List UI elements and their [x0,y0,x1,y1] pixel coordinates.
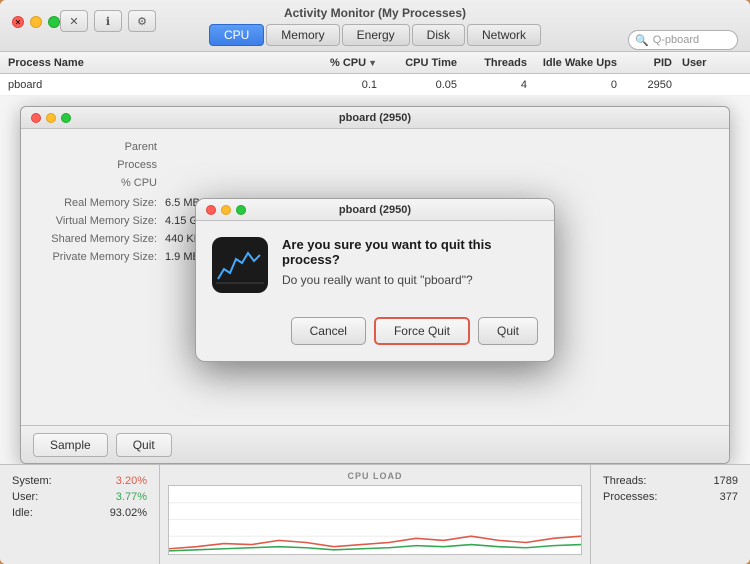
title-bar: ✕ ✕ ℹ ⚙ Activity Monitor (My Processes) … [0,0,750,52]
quit-dialog-subtext: Do you really want to quit "pboard"? [282,273,538,287]
col-header-process[interactable]: Process Name [8,57,317,69]
processes-label: Processes: [603,491,657,503]
close-button[interactable]: ✕ [12,16,24,28]
system-stats-row: System: 3.20% [12,475,147,487]
detail-max-btn[interactable] [61,113,71,123]
detail-bottom-bar: Sample Quit [21,425,729,463]
qdialog-min-btn[interactable] [221,205,231,215]
info-toolbar-btn[interactable]: ℹ [94,10,122,32]
stats-right: Threads: 1789 Processes: 377 [590,465,750,564]
col-header-cputime[interactable]: CPU Time [387,57,467,69]
main-window: ✕ ✕ ℹ ⚙ Activity Monitor (My Processes) … [0,0,750,564]
quit-dialog-buttons: Cancel Force Quit Quit [196,309,554,361]
quit-dialog-traffic-lights [206,205,246,215]
idle-value: 93.02% [110,507,147,519]
qdialog-close-btn[interactable] [206,205,216,215]
process-pid: 2950 [627,79,682,91]
content-area: pboard (2950) Parent Process % CPU R [0,96,750,464]
toolbar-buttons: ✕ ℹ ⚙ [60,10,156,32]
shared-memory-label: Shared Memory Size: [37,233,157,245]
user-label: User: [12,491,38,503]
cancel-button[interactable]: Cancel [291,317,366,345]
detail-title-bar: pboard (2950) [21,107,729,129]
col-header-cpu[interactable]: % CPU▼ [317,57,387,69]
cpu-load-label: CPU LOAD [168,471,582,481]
system-value: 3.20% [116,475,147,487]
stats-center: CPU LOAD [160,465,590,564]
process-row[interactable]: pboard 0.1 0.05 4 0 2950 [0,74,750,96]
process-name: pboard [8,79,317,91]
process-label: Process [37,159,157,171]
threads-value: 1789 [714,475,738,487]
user-stats-row: User: 3.77% [12,491,147,503]
quit-dialog-title: pboard (2950) [339,204,411,216]
processes-stats-row: Processes: 377 [603,491,738,503]
search-placeholder: Q-pboard [653,34,699,46]
tab-cpu[interactable]: CPU [209,24,264,46]
detail-parent-row: Parent [37,141,713,153]
idle-stats-row: Idle: 93.02% [12,507,147,519]
detail-quit-button[interactable]: Quit [116,433,172,457]
close-toolbar-btn[interactable]: ✕ [60,10,88,32]
real-memory-label: Real Memory Size: [37,197,157,209]
force-quit-button[interactable]: Force Quit [374,317,470,345]
traffic-lights: ✕ [12,16,60,28]
tab-bar: CPU Memory Energy Disk Network [209,24,541,46]
quit-dialog-title-bar: pboard (2950) [196,199,554,221]
private-memory-label: Private Memory Size: [37,251,157,263]
window-title: Activity Monitor (My Processes) [284,6,466,20]
process-idle: 0 [537,79,627,91]
process-cpu-pct: 0.1 [317,79,387,91]
quit-dialog: pboard (2950) Are you sure you want to q… [195,198,555,362]
stats-bar: System: 3.20% User: 3.77% Idle: 93.02% C… [0,464,750,564]
processes-value: 377 [720,491,738,503]
quit-dialog-icon [212,237,268,293]
search-box[interactable]: 🔍 Q-pboard [628,30,738,50]
quit-dialog-text-block: Are you sure you want to quit this proce… [282,237,538,287]
threads-label: Threads: [603,475,646,487]
tab-energy[interactable]: Energy [342,24,410,46]
quit-button[interactable]: Quit [478,317,538,345]
quit-dialog-body: Are you sure you want to quit this proce… [196,221,554,309]
column-headers: Process Name % CPU▼ CPU Time Threads Idl… [0,52,750,74]
cpu-graph [168,485,582,555]
quit-dialog-heading: Are you sure you want to quit this proce… [282,237,538,267]
maximize-button[interactable] [48,16,60,28]
col-header-user[interactable]: User [682,57,742,69]
sample-button[interactable]: Sample [33,433,108,457]
process-cpu-time: 0.05 [387,79,467,91]
cpu-label: % CPU [37,177,157,189]
tab-memory[interactable]: Memory [266,24,339,46]
idle-label: Idle: [12,507,33,519]
detail-title: pboard (2950) [339,112,411,124]
system-label: System: [12,475,52,487]
threads-stats-row: Threads: 1789 [603,475,738,487]
tab-disk[interactable]: Disk [412,24,465,46]
detail-process-row: Process [37,159,713,171]
virtual-memory-label: Virtual Memory Size: [37,215,157,227]
parent-label: Parent [37,141,157,153]
col-header-threads[interactable]: Threads [467,57,537,69]
user-value: 3.77% [116,491,147,503]
minimize-button[interactable] [30,16,42,28]
tab-network[interactable]: Network [467,24,541,46]
detail-close-btn[interactable] [31,113,41,123]
qdialog-max-btn[interactable] [236,205,246,215]
stats-left: System: 3.20% User: 3.77% Idle: 93.02% [0,465,160,564]
detail-traffic-lights [31,113,71,123]
detail-cpu-row: % CPU [37,177,713,189]
settings-toolbar-btn[interactable]: ⚙ [128,10,156,32]
detail-min-btn[interactable] [46,113,56,123]
col-header-idle[interactable]: Idle Wake Ups [537,57,627,69]
process-threads: 4 [467,79,537,91]
col-header-pid[interactable]: PID [627,57,682,69]
